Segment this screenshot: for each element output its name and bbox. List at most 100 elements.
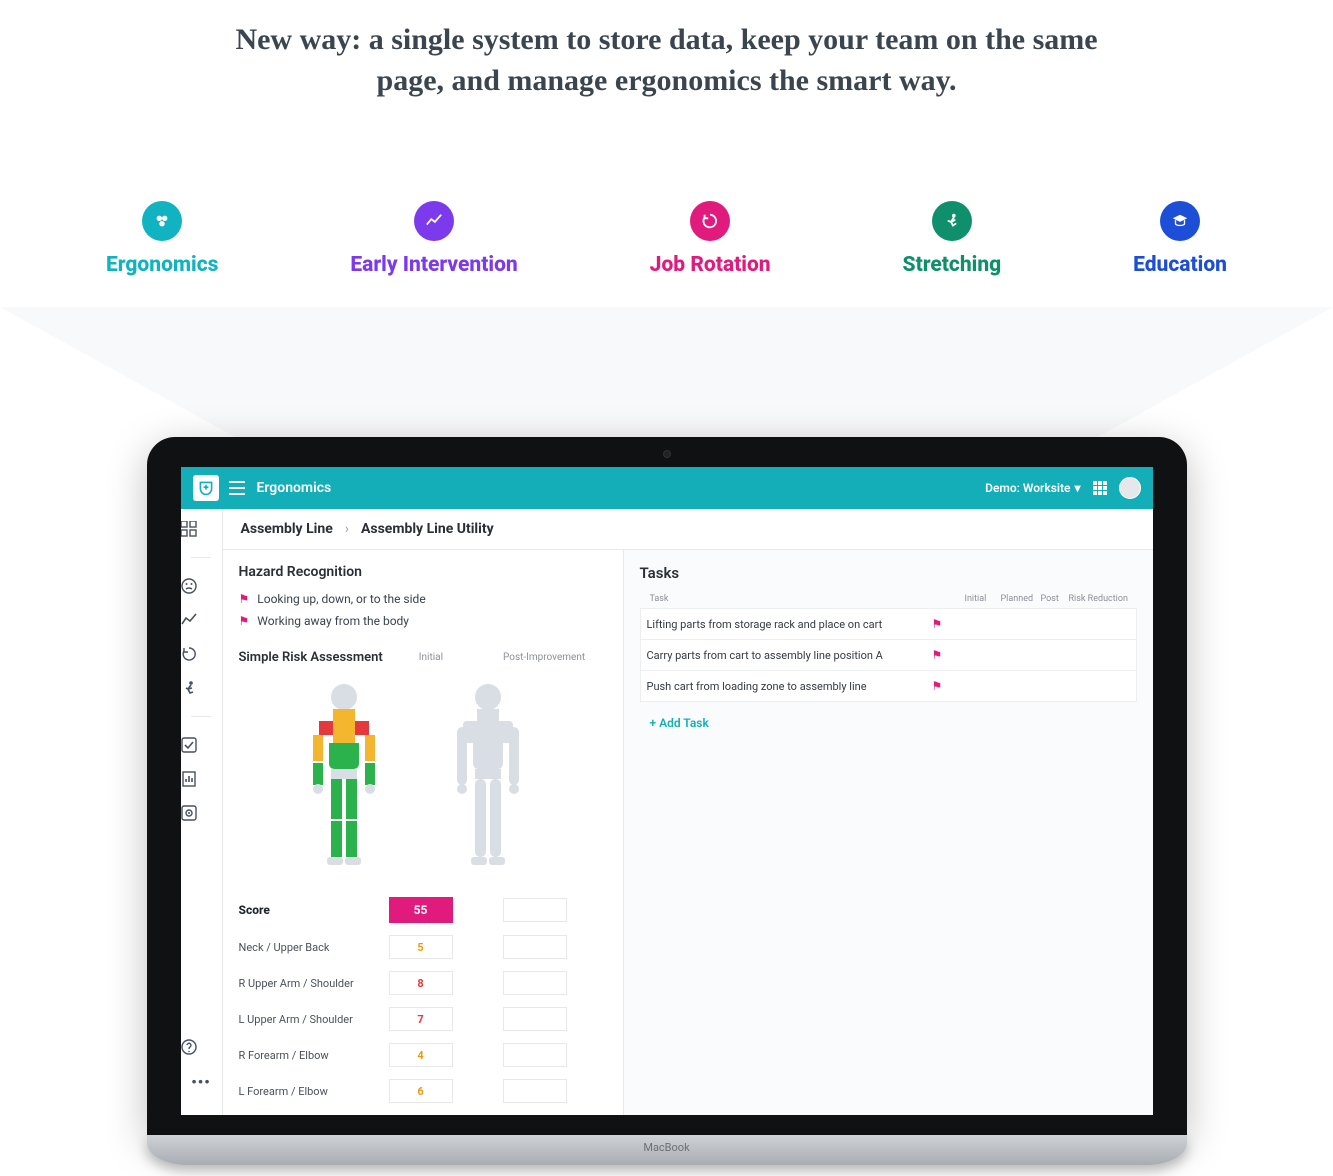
score-part-label: L Upper Arm / Shoulder	[239, 1013, 389, 1026]
nav-rotate-icon[interactable]	[181, 644, 222, 664]
flag-icon: ⚑	[239, 592, 250, 606]
feature-early-intervention[interactable]: Early Intervention	[350, 201, 517, 277]
feature-job-rotation[interactable]: Job Rotation	[650, 201, 771, 277]
score-part-initial: 8	[389, 971, 453, 995]
score-row: R Forearm / Elbow4	[239, 1037, 607, 1073]
arrow-illustration	[0, 111, 1333, 181]
task-name: Lifting parts from storage rack and plac…	[647, 618, 932, 631]
app-title: Ergonomics	[257, 480, 332, 496]
score-part-label: L Forearm / Elbow	[239, 1085, 389, 1098]
hamburger-menu-icon[interactable]	[229, 481, 245, 495]
chart-line-icon	[414, 201, 454, 241]
workspace-name: Demo: Worksite	[985, 481, 1070, 495]
score-row: R Upper Arm / Shoulder8	[239, 965, 607, 1001]
th-post: Post	[1041, 594, 1069, 604]
hazard-row[interactable]: ⚑ Looking up, down, or to the side	[239, 592, 607, 606]
features-row: Ergonomics Early Intervention Job Rotati…	[0, 191, 1333, 307]
tasks-title: Tasks	[640, 564, 1137, 582]
score-row: L Forearm / Elbow6	[239, 1073, 607, 1109]
feature-education[interactable]: Education	[1133, 201, 1227, 277]
person-running-icon	[932, 201, 972, 241]
feature-stretching[interactable]: Stretching	[903, 201, 1002, 277]
body-initial[interactable]	[289, 681, 399, 871]
score-part-post[interactable]	[503, 1043, 567, 1067]
th-task: Task	[646, 594, 933, 604]
score-part-label: Neck / Upper Back	[239, 941, 389, 954]
nav-rail: •••	[181, 509, 223, 1115]
th-initial: Initial	[965, 594, 1001, 604]
nav-dashboard-icon[interactable]	[181, 519, 222, 539]
chevron-right-icon: ›	[345, 521, 349, 537]
nav-person-icon[interactable]	[181, 678, 222, 698]
assessment-panel: Hazard Recognition ⚑ Looking up, down, o…	[223, 550, 623, 1115]
feature-ergonomics[interactable]: Ergonomics	[106, 201, 218, 277]
apps-grid-icon[interactable]	[1093, 481, 1107, 495]
score-part-post[interactable]	[503, 1007, 567, 1031]
nav-check-icon[interactable]	[181, 735, 222, 755]
breadcrumb: Assembly Line › Assembly Line Utility	[223, 509, 1153, 550]
task-row[interactable]: Push cart from loading zone to assembly …	[640, 671, 1137, 702]
feature-label: Education	[1133, 253, 1227, 277]
score-table: Score 55 Neck / Upper Back5R Upper Arm /…	[239, 891, 607, 1109]
flag-icon[interactable]: ⚑	[932, 679, 964, 693]
laptop-base: MacBook	[147, 1135, 1187, 1165]
rotation-icon	[690, 201, 730, 241]
tasks-panel: Tasks Task Initial Planned Post Risk Red…	[623, 550, 1153, 1115]
col-initial: Initial	[419, 652, 443, 663]
score-part-label: R Forearm / Elbow	[239, 1049, 389, 1062]
laptop-camera	[663, 450, 671, 458]
score-row: Neck / Upper Back5	[239, 929, 607, 965]
app-logo[interactable]	[193, 475, 219, 501]
th-planned: Planned	[1001, 594, 1041, 604]
score-part-post[interactable]	[503, 935, 567, 959]
task-row[interactable]: Lifting parts from storage rack and plac…	[640, 608, 1137, 640]
marketing-headline: New way: a single system to store data, …	[207, 20, 1127, 101]
nav-face-icon[interactable]	[181, 576, 222, 596]
feature-label: Stretching	[903, 253, 1002, 277]
flag-icon: ⚑	[239, 614, 250, 628]
nav-target-icon[interactable]	[181, 803, 222, 823]
col-post: Post-Improvement	[503, 652, 585, 663]
assessment-title: Simple Risk Assessment	[239, 650, 383, 665]
flag-icon[interactable]: ⚑	[932, 617, 964, 631]
nav-more-icon[interactable]: •••	[181, 1071, 222, 1093]
score-part-label: R Upper Arm / Shoulder	[239, 977, 389, 990]
breadcrumb-parent[interactable]: Assembly Line	[241, 521, 333, 537]
hazard-text: Working away from the body	[257, 614, 409, 628]
score-part-initial: 6	[389, 1079, 453, 1103]
breadcrumb-current: Assembly Line Utility	[361, 521, 494, 537]
hazard-text: Looking up, down, or to the side	[257, 592, 425, 606]
task-name: Push cart from loading zone to assembly …	[647, 680, 932, 693]
score-part-post[interactable]	[503, 1079, 567, 1103]
score-part-post[interactable]	[503, 971, 567, 995]
ergonomics-icon	[142, 201, 182, 241]
app-topbar: Ergonomics Demo: Worksite ▾	[181, 467, 1153, 509]
nav-report-icon[interactable]	[181, 769, 222, 789]
score-part-initial: 7	[389, 1007, 453, 1031]
graduation-cap-icon	[1160, 201, 1200, 241]
chevron-down-icon: ▾	[1074, 481, 1080, 495]
score-label: Score	[239, 903, 389, 917]
add-task-button[interactable]: + Add Task	[640, 716, 1137, 730]
score-row: L Upper Arm / Shoulder7	[239, 1001, 607, 1037]
th-risk: Risk Reduction	[1069, 594, 1131, 604]
laptop-mockup: Ergonomics Demo: Worksite ▾	[147, 437, 1187, 1165]
task-name: Carry parts from cart to assembly line p…	[647, 649, 932, 662]
flag-icon[interactable]: ⚑	[932, 648, 964, 662]
hazard-row[interactable]: ⚑ Working away from the body	[239, 614, 607, 628]
user-avatar[interactable]	[1119, 477, 1141, 499]
task-header: Task Initial Planned Post Risk Reduction	[640, 590, 1137, 608]
feature-label: Ergonomics	[106, 253, 218, 277]
laptop-brand: MacBook	[643, 1141, 689, 1154]
body-post[interactable]	[433, 681, 543, 871]
workspace-selector[interactable]: Demo: Worksite ▾	[985, 481, 1080, 495]
feature-label: Early Intervention	[350, 253, 517, 277]
nav-activity-icon[interactable]	[181, 610, 222, 630]
score-value-post[interactable]	[503, 898, 567, 922]
feature-label: Job Rotation	[650, 253, 771, 277]
nav-help-icon[interactable]	[181, 1037, 222, 1057]
score-value-initial: 55	[389, 897, 453, 923]
task-row[interactable]: Carry parts from cart to assembly line p…	[640, 640, 1137, 671]
score-part-initial: 4	[389, 1043, 453, 1067]
hazard-title: Hazard Recognition	[239, 564, 607, 580]
